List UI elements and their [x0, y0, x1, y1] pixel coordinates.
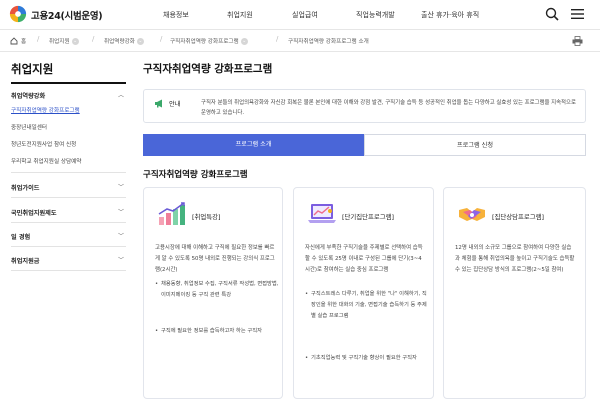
program-card-short-group: [단기집단프로그램] 자신에게 부족한 구직기술을 주제별로 선택하여 습득할 …	[293, 187, 434, 399]
sidebar-item-midcareer-center[interactable]: 중장년내일센터	[11, 123, 47, 131]
chevron-down-icon: ⌄	[240, 38, 248, 45]
nav-item-leave[interactable]: 출산 휴가·육아 휴직	[421, 10, 479, 20]
breadcrumb-separator: /	[37, 35, 40, 43]
sidebar-divider	[11, 172, 126, 173]
chevron-down-icon[interactable]: ﹀	[118, 182, 124, 191]
breadcrumb-label: 취업지원	[49, 39, 70, 45]
section-title: 구직자취업역량 강화프로그램	[143, 170, 248, 180]
breadcrumb-item[interactable]: 취업역량강화 ⌄	[104, 37, 144, 45]
nav-item-employment-support[interactable]: 취업지원	[227, 10, 253, 20]
top-header: 고용24(시범운영) 채용정보 취업지원 실업급여 직업능력개발 출산 휴가·육…	[0, 0, 600, 30]
chevron-down-icon[interactable]: ﹀	[118, 207, 124, 216]
breadcrumb-item[interactable]: 취업지원 ⌄	[49, 37, 79, 45]
card-title: [단기집단프로그램]	[342, 213, 395, 221]
print-icon[interactable]	[572, 36, 583, 46]
card-bullet: 채용동향, 취업정보 수집, 구직서류 작성법, 면접방법, 이미지메이킹 등 …	[155, 279, 279, 301]
breadcrumb-separator: /	[160, 35, 163, 43]
megaphone-icon	[155, 99, 162, 108]
sidebar-item-program[interactable]: 구직자취업역량 강화프로그램	[11, 106, 80, 114]
handshake-icon	[459, 208, 485, 221]
sidebar: 취업지원 취업역량강화 ︿ 구직자취업역량 강화프로그램 중장년내일센터 청년도…	[0, 52, 128, 397]
sidebar-divider	[11, 197, 126, 198]
card-title: [집단상담프로그램]	[492, 213, 545, 221]
sidebar-divider	[11, 246, 126, 247]
nav-item-unemployment-benefit[interactable]: 실업급여	[292, 10, 318, 20]
sidebar-group-capability[interactable]: 취업역량강화	[11, 91, 45, 100]
notice-box: 안내 구직자 분들의 취업의욕강화와 자신감 회복은 물론 본인에 대한 이해와…	[143, 89, 586, 123]
sidebar-divider	[11, 222, 126, 223]
page-title: 구직자취업역량 강화프로그램	[143, 63, 273, 75]
sidebar-divider	[11, 270, 126, 271]
breadcrumb-separator: /	[92, 35, 95, 43]
card-bullet: 구직스트레스 다루기, 취업을 위한 "나" 이해하기, 직장인을 위한 대화의…	[305, 289, 429, 322]
card-bullet: 기초직업능력 및 구직기술 향상이 필요한 구직자	[305, 353, 429, 364]
breadcrumb-home[interactable]: 홈	[21, 37, 26, 45]
chevron-down-icon: ⌄	[136, 38, 144, 45]
notice-label: 안내	[169, 101, 181, 108]
main-content: 구직자취업역량 강화프로그램 안내 구직자 분들의 취업의욕강화와 자신감 회복…	[143, 52, 600, 399]
tab-program-apply[interactable]: 프로그램 신청	[364, 134, 586, 156]
sidebar-group-subsidy[interactable]: 취업지원금	[11, 256, 39, 265]
breadcrumb-item[interactable]: 구직자취업역량 강화프로그램 ⌄	[170, 37, 248, 45]
laptop-chart-icon	[308, 204, 336, 223]
chevron-down-icon: ⌄	[71, 38, 79, 45]
sidebar-item-youth-challenge[interactable]: 청년도전지원사업 참여 신청	[11, 140, 76, 148]
sidebar-title: 취업지원	[11, 62, 54, 76]
search-icon[interactable]	[545, 7, 559, 21]
card-description: 자신에게 부족한 구직기술을 주제별로 선택하여 습득할 수 있도록 25명 이…	[305, 245, 423, 273]
sidebar-group-national[interactable]: 국민취업지원제도	[11, 208, 57, 217]
nav-item-skills[interactable]: 직업능력개발	[356, 10, 395, 20]
chart-growth-icon	[158, 202, 185, 225]
sidebar-divider	[11, 82, 126, 84]
nav-item-jobs[interactable]: 채용정보	[163, 10, 189, 20]
logo-text[interactable]: 고용24(시범운영)	[31, 8, 103, 22]
breadcrumb: 홈 / 취업지원 ⌄ / 취업역량강화 ⌄ / 구직자취업역량 강화프로그램 ⌄ / …	[0, 30, 600, 52]
menu-icon[interactable]	[571, 8, 584, 20]
card-description: 고용시장에 대해 이해하고 구직에 필요한 정보를 빠르게 알 수 있도록 50…	[155, 245, 275, 273]
breadcrumb-label: 취업역량강화	[104, 39, 135, 45]
logo-mark[interactable]	[9, 5, 27, 23]
program-card-lecture: [취업특강] 고용시장에 대해 이해하고 구직에 필요한 정보를 빠르게 알 수…	[143, 187, 283, 399]
chevron-down-icon[interactable]: ﹀	[118, 255, 124, 264]
home-icon[interactable]	[10, 37, 18, 45]
card-bullet: 구직에 필요한 정보를 습득하고자 하는 구직자	[155, 326, 279, 337]
breadcrumb-label: 구직자취업역량 강화프로그램	[170, 39, 239, 45]
breadcrumb-separator: /	[276, 35, 279, 43]
tab-program-intro[interactable]: 프로그램 소개	[143, 134, 364, 156]
notice-text: 구직자 분들의 취업의욕강화와 자신감 회복은 물론 본인에 대한 이해와 강점…	[201, 100, 576, 116]
sidebar-group-work-experience[interactable]: 일 경험	[11, 232, 30, 241]
card-description: 12명 내외의 소규모 그룹으로 참여하여 다양한 실습과 체험을 통해 취업의…	[455, 245, 575, 273]
program-card-group-counseling: [집단상담프로그램] 12명 내외의 소규모 그룹으로 참여하여 다양한 실습과…	[443, 187, 586, 399]
chevron-up-icon[interactable]: ︿	[118, 90, 124, 99]
card-title: [취업특강]	[192, 213, 221, 221]
sidebar-item-school-consult[interactable]: 우리학교 취업지원실 상담예약	[11, 157, 81, 165]
breadcrumb-current: 구직자취업역량 강화프로그램 소개	[288, 39, 369, 45]
sidebar-group-guide[interactable]: 취업가이드	[11, 183, 39, 192]
chevron-down-icon[interactable]: ﹀	[118, 231, 124, 240]
